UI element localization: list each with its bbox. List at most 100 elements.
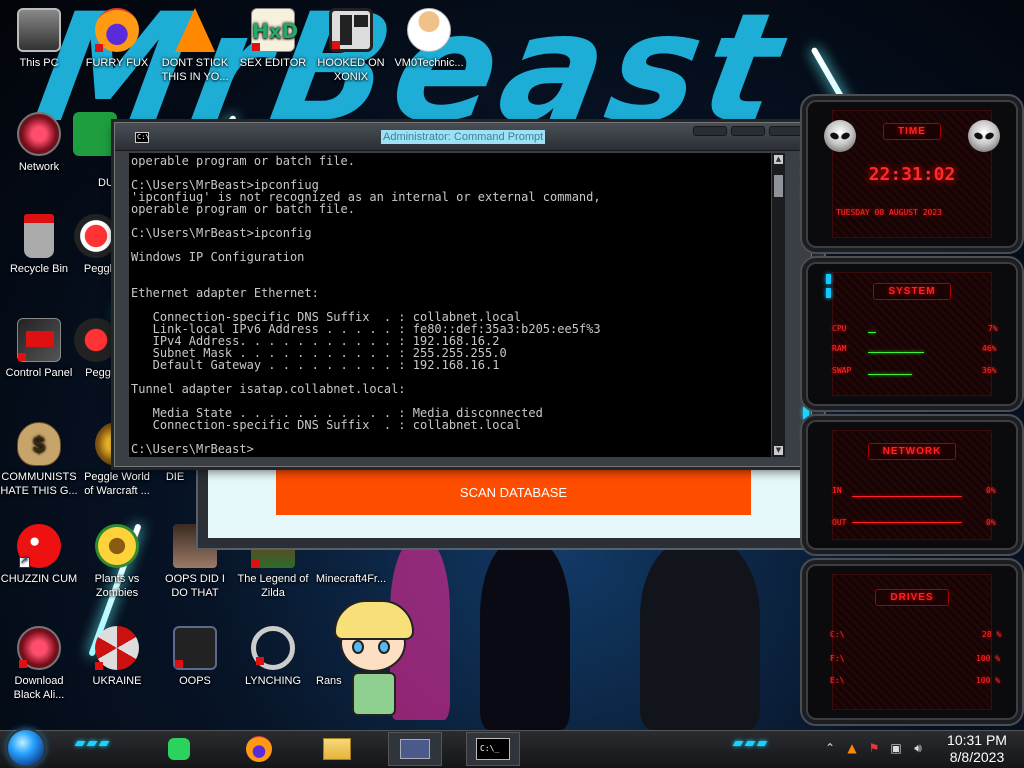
desktop-icon-chuzzin-cum[interactable]: CHUZZIN CUM [0,524,78,586]
gadget-date: TUESDAY 08 AUGUST 2023 [836,208,942,217]
desktop-icon-hooked-on-xonix[interactable]: HOOKED ON XONIX [312,8,390,84]
minimize-button[interactable] [693,126,727,136]
desktop-icon-control-panel[interactable]: Control Panel [0,318,78,380]
desktop-icon-communists[interactable]: $ COMMUNISTS HATE THIS G... [0,422,78,498]
desktop-icon-oops[interactable]: OOPS [156,626,234,688]
cmd-output-text: operable program or batch file. C:\Users… [131,155,771,455]
gadget-title: NETWORK [802,443,1022,460]
cmd-window-icon: C:\ [135,132,150,143]
alien-orb-icon [17,626,61,670]
desktop-icon-network[interactable]: Network [0,112,78,174]
shortcut-overlay-icon [252,43,260,51]
cmd-output-line: operable program or batch file. [131,202,355,216]
cmd-output-line: Tunnel adapter isatap.collabnet.local: [131,382,406,396]
system-row-value: 36% [982,366,997,375]
shortcut-overlay-icon [18,353,26,361]
desktop-icon-label: Peggle World of Warcraft ... [84,471,150,497]
desktop-icon-label: The Legend of Zilda [237,573,309,599]
desktop-icon-label: DU [98,177,114,189]
cmd-title-bar[interactable]: C:\ Administrator: Command Prompt [115,123,811,151]
desktop-icon-rans[interactable]: Rans [304,626,354,688]
cmd-output-line: Default Gateway . . . . . . . . . : 192.… [131,358,500,372]
scrollbar-thumb[interactable] [774,175,783,197]
desktop-icon-label: Rans [316,675,342,687]
taskbar-spotify-button[interactable] [152,732,206,766]
scroll-down-arrow-icon[interactable]: ▼ [774,446,783,455]
taskbar-clock[interactable]: 10:31 PM 8/8/2023 [934,730,1020,768]
drive-row-value: 100 % [976,676,1001,685]
desktop-icon-label: VM0Technic... [394,57,464,69]
scan-database-button[interactable]: SCAN DATABASE [276,470,751,515]
desktop-icon-sex-editor[interactable]: HxD SEX EDITOR [234,8,312,70]
desktop-icon-dont-stick[interactable]: DONT STICK THIS IN YO... [156,8,234,84]
desktop-icon-lynching[interactable]: LYNCHING [234,626,312,688]
desktop-icon-this-pc[interactable]: This PC [0,8,78,70]
sunflower-icon [95,524,139,568]
maximize-button[interactable] [731,126,765,136]
vlc-tray-icon[interactable]: ▲ [844,740,860,756]
system-row-label: SWAP [832,366,852,375]
network-globe-icon [17,112,61,156]
desktop-icon-label: Control Panel [5,367,73,379]
drive-row-label: C:\ [830,630,845,639]
shortcut-overlay-icon [19,660,27,668]
scroll-up-arrow-icon[interactable]: ▲ [774,155,783,164]
taskbar-firefox-button[interactable] [232,732,286,766]
cmd-console-area[interactable]: operable program or batch file. C:\Users… [129,153,773,457]
desktop-icon-download-black[interactable]: Download Black Ali... [0,626,78,702]
time-gadget[interactable]: TIME 22:31:02 TUESDAY 08 AUGUST 2023 [800,94,1024,254]
computer-icon [17,8,61,52]
command-prompt-window[interactable]: C:\ Administrator: Command Prompt operab… [114,122,812,467]
peggle-icon [74,318,114,362]
close-button[interactable] [769,126,803,136]
cmd-output-line: C:\Users\MrBeast>ipconfig [131,226,312,240]
desktop-icon-label: UKRAINE [92,675,142,687]
system-gadget[interactable]: SYSTEM CPU 7% RAM 46% SWAP 36% [800,256,1024,412]
firefox-icon [95,8,139,52]
desktop-icon-label: OOPS DID I DO THAT [165,573,225,599]
desktop-icon-label: CHUZZIN CUM [0,573,78,585]
swap-usage-bar [868,374,912,375]
gadget-title: DRIVES [802,589,1022,606]
desktop-icon-label: FURRY FUX [85,57,149,69]
desktop-icon-peggle-2[interactable]: Pegg [74,318,114,380]
network-row-value: 0% [986,518,996,527]
radiation-icon [95,626,139,670]
desktop-icon-label: Pegg [85,367,111,379]
app-icon [307,626,351,670]
desktop-icon-plants-vs-zombies[interactable]: Plants vs Zombies [78,524,156,600]
desktop-icon-furry-fux[interactable]: FURRY FUX [78,8,156,70]
network-row-value: 0% [986,486,996,495]
xonix-game-icon [329,8,373,52]
app-icon [73,112,117,156]
shortcut-overlay-icon [19,554,30,568]
gadget-title: TIME [802,123,1022,140]
network-status-icon[interactable]: ▣ [888,740,904,756]
network-gadget[interactable]: NETWORK IN 0% OUT 0% [800,414,1024,556]
desktop-icon-du[interactable]: DU [70,112,120,190]
cmd-vertical-scrollbar[interactable]: ▲ ▼ [771,153,785,457]
taskbar-control-panel-button[interactable] [388,732,442,766]
taskbar-command-prompt-button[interactable]: C:\_ [466,732,520,766]
chevron-up-icon[interactable]: ⌃ [822,740,838,756]
desktop-icon-recycle-bin[interactable]: Recycle Bin [0,214,78,276]
gadget-title: SYSTEM [802,283,1022,300]
taskbar-file-explorer-button[interactable] [310,732,364,766]
gadget-clock: 22:31:02 [868,164,956,185]
folder-icon [323,738,351,760]
vlc-cone-icon [175,8,215,52]
clock-time: 10:31 PM [947,732,1007,748]
desktop-icon-vm0technic[interactable]: VM0Technic... [390,8,468,70]
security-alert-icon[interactable]: ⚑ [866,740,882,756]
firefox-icon [246,736,272,762]
wallpaper-figure [480,540,570,730]
desktop-icon-label: COMMUNISTS HATE THIS G... [0,471,78,497]
volume-icon[interactable]: 🔊︎ [910,740,926,756]
drive-row-value: 28 % [982,630,1002,639]
wallpaper-figure [640,540,760,730]
drives-gadget[interactable]: DRIVES C:\ 28 % F:\ 100 % E:\ 100 % [800,558,1024,726]
desktop-icon-peggle-1[interactable]: Peggl [74,214,114,276]
desktop-icon-ukraine[interactable]: UKRAINE [78,626,156,688]
recycle-bin-icon [24,214,54,258]
start-button[interactable] [8,730,44,766]
